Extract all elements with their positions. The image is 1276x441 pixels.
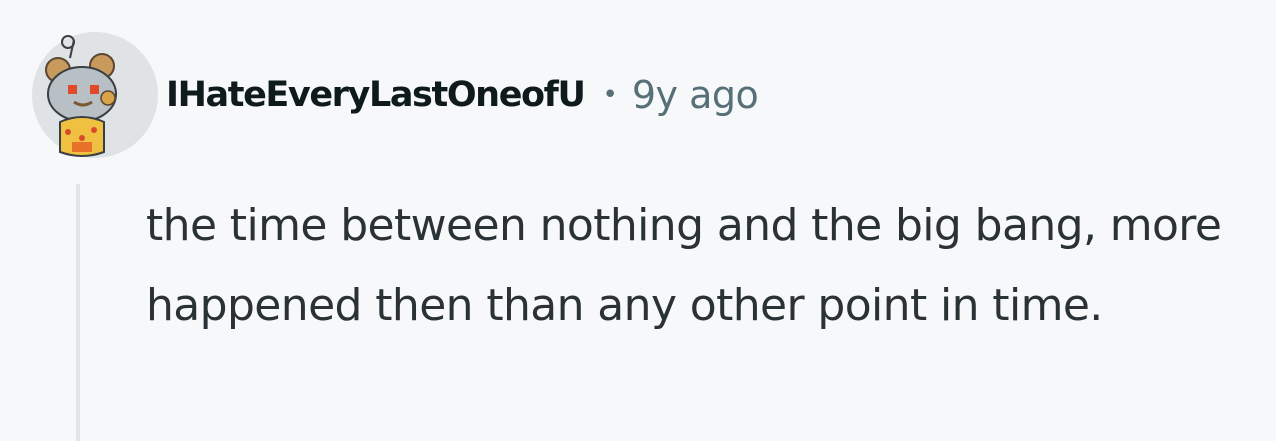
thread-line[interactable] (76, 184, 80, 441)
comment-header: IHateEveryLastOneofU • 9y ago (30, 30, 759, 160)
avatar[interactable] (30, 30, 160, 160)
author-username[interactable]: IHateEveryLastOneofU (166, 75, 586, 115)
comment: IHateEveryLastOneofU • 9y ago the time b… (0, 0, 1276, 441)
meta-separator: • (602, 80, 618, 110)
reddit-snoo-avatar-icon (32, 32, 158, 158)
comment-body: the time between nothing and the big ban… (146, 200, 1222, 331)
comment-timestamp[interactable]: 9y ago (632, 73, 759, 117)
